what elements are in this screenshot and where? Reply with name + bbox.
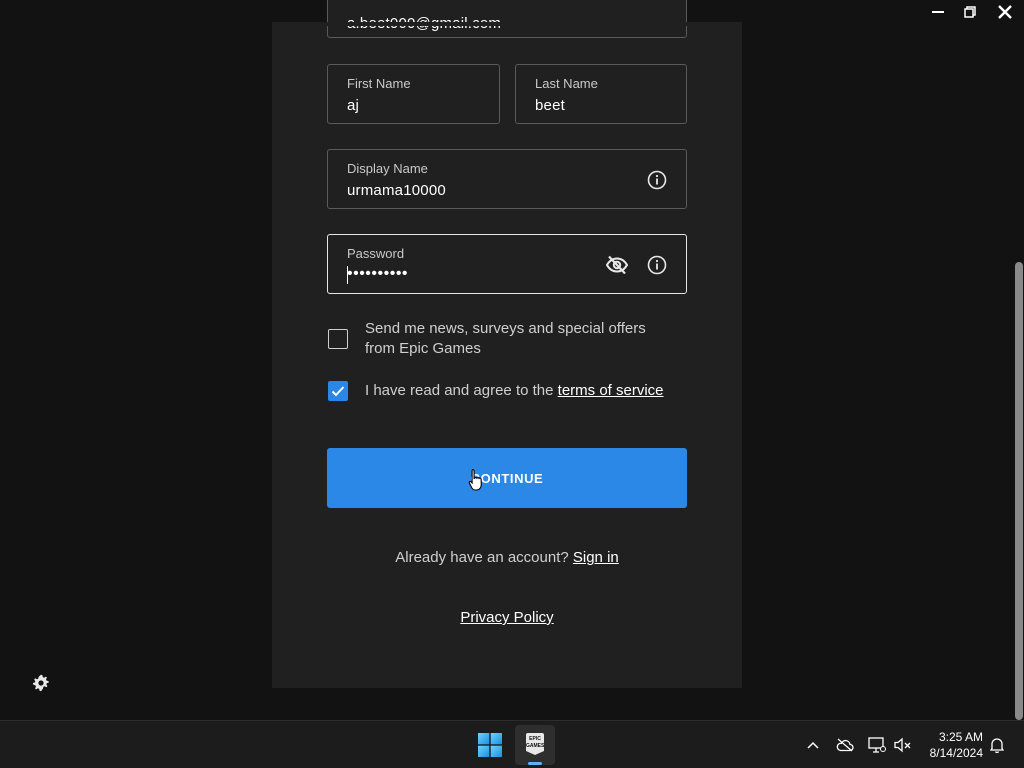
password-info-button[interactable]	[645, 253, 669, 277]
privacy-policy-link[interactable]: Privacy Policy	[460, 609, 553, 626]
close-icon	[998, 5, 1012, 19]
sign-in-row: Already have an account? Sign in	[272, 549, 742, 566]
terms-of-service-link[interactable]: terms of service	[558, 382, 664, 399]
display-name-info-button[interactable]	[645, 168, 669, 192]
clock-time: 3:25 AM	[938, 730, 983, 744]
network-disconnected-icon	[868, 737, 886, 753]
bell-icon	[990, 738, 1004, 753]
news-opt-in-checkbox[interactable]	[328, 329, 348, 349]
notifications-button[interactable]	[986, 721, 1008, 768]
tos-text: I have read and agree to the	[365, 382, 558, 399]
first-name-value: aj	[347, 97, 360, 114]
sign-in-prompt: Already have an account?	[395, 549, 573, 566]
privacy-row: Privacy Policy	[272, 609, 742, 626]
last-name-label: Last Name	[535, 76, 598, 91]
password-field[interactable]: Password ••••••••••	[327, 234, 687, 294]
panel-top-mask	[272, 22, 742, 26]
restore-button[interactable]	[954, 0, 986, 24]
onedrive-tray-button[interactable]	[834, 721, 856, 768]
window-controls	[922, 0, 1024, 24]
signup-panel: a.beet000@gmail.com First Name aj Last N…	[272, 0, 742, 688]
minimize-button[interactable]	[922, 0, 954, 24]
news-opt-in-line1: Send me news, surveys and special offers	[365, 320, 646, 337]
email-field[interactable]: a.beet000@gmail.com	[327, 0, 687, 38]
tos-checkbox[interactable]	[328, 381, 348, 401]
windows-start-icon[interactable]	[478, 733, 502, 757]
taskbar-clock[interactable]: 3:25 AM 8/14/2024	[921, 729, 983, 761]
password-label: Password	[347, 246, 405, 261]
display-name-value: urmama10000	[347, 182, 446, 199]
continue-button[interactable]: CONTINUE	[327, 448, 687, 508]
news-opt-in-line2: from Epic Games	[365, 340, 481, 357]
info-icon	[647, 255, 667, 275]
scrollbar-thumb[interactable]	[1015, 262, 1023, 720]
news-opt-in-row: Send me news, surveys and special offers…	[328, 319, 646, 359]
first-name-label: First Name	[347, 76, 411, 91]
chevron-up-icon	[807, 741, 819, 749]
toggle-password-visibility-button[interactable]	[605, 253, 629, 277]
first-name-field[interactable]: First Name aj	[327, 64, 500, 124]
network-tray-button[interactable]	[866, 721, 888, 768]
taskbar-epic-games-launcher[interactable]: EPIC GAMES	[515, 725, 555, 765]
display-name-label: Display Name	[347, 161, 428, 176]
password-value: ••••••••••	[347, 265, 409, 282]
clock-date: 8/14/2024	[929, 746, 983, 760]
news-opt-in-label: Send me news, surveys and special offers…	[365, 319, 646, 359]
display-name-field[interactable]: Display Name urmama10000	[327, 149, 687, 209]
tos-row: I have read and agree to the terms of se…	[328, 381, 664, 401]
eye-slash-icon	[605, 255, 629, 275]
close-button[interactable]	[986, 0, 1024, 24]
taskbar: EPIC GAMES 3:25 AM 8/14/2024	[0, 720, 1024, 768]
cloud-offline-icon	[836, 738, 854, 752]
restore-icon	[964, 6, 976, 18]
checkmark-icon	[331, 386, 345, 397]
sign-in-link[interactable]: Sign in	[573, 549, 619, 566]
show-hidden-icons-button[interactable]	[802, 721, 824, 768]
epic-games-logo-icon: EPIC GAMES	[526, 733, 544, 755]
info-icon	[647, 170, 667, 190]
last-name-field[interactable]: Last Name beet	[515, 64, 687, 124]
active-app-indicator	[528, 762, 542, 765]
last-name-value: beet	[535, 97, 565, 114]
tos-label: I have read and agree to the terms of se…	[365, 381, 664, 401]
volume-muted-icon	[894, 737, 911, 753]
settings-gear-icon[interactable]	[32, 674, 50, 692]
minimize-icon	[932, 11, 944, 13]
volume-tray-button[interactable]	[892, 721, 914, 768]
